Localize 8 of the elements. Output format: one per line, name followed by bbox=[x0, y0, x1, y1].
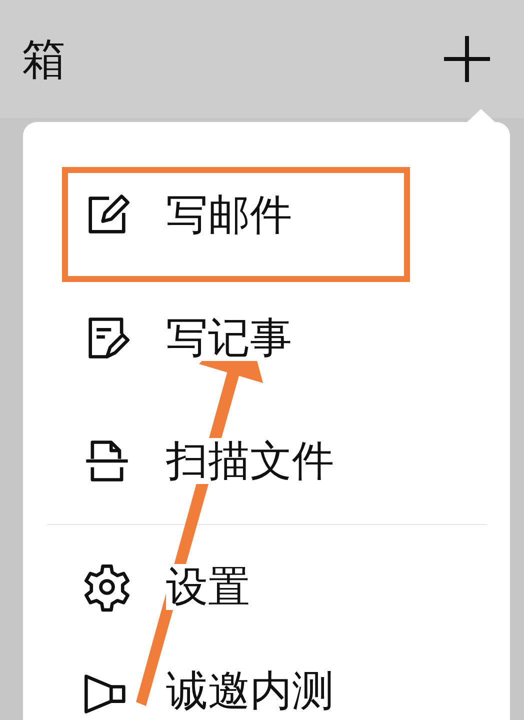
menu-item[interactable]: 扫描文件 bbox=[23, 399, 510, 522]
add-icon[interactable] bbox=[444, 36, 490, 82]
menu-item[interactable]: 诚邀内测 bbox=[23, 648, 510, 720]
menu-item[interactable]: 写邮件 bbox=[23, 153, 510, 276]
menu-item[interactable]: 设置 bbox=[23, 525, 510, 648]
screen-title: 箱 bbox=[22, 32, 66, 86]
menu-item[interactable]: 写记事 bbox=[23, 276, 510, 399]
gear-icon bbox=[82, 562, 132, 612]
